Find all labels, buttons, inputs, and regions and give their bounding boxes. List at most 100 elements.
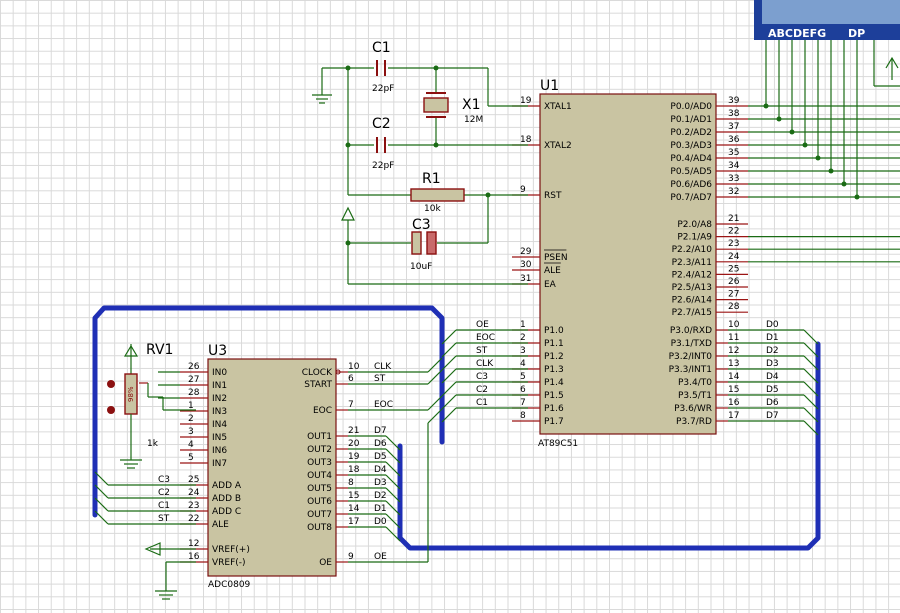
u3-pin-name: OUT5 [307, 484, 332, 494]
u1-pin-number: 11 [728, 333, 739, 343]
u1-pin-number: 16 [728, 398, 740, 408]
u1-pin-number: 5 [520, 372, 526, 382]
u1-pin-name: RST [544, 191, 562, 201]
u1-pin-number: 28 [728, 302, 740, 312]
net-label: D1 [374, 504, 387, 514]
r1-value: 10k [424, 204, 441, 214]
u1-pin-number: 38 [728, 109, 740, 119]
u3-ref: U3 [208, 343, 227, 359]
u1-pin-name: P1.6 [544, 404, 564, 414]
u1-type: AT89C51 [538, 439, 578, 449]
rv1-percent: 98% [127, 386, 135, 402]
capacitor-c1[interactable]: C1 22pF [372, 40, 394, 94]
u3-control-bus-entries [348, 357, 443, 563]
u3-pin-name: OUT8 [307, 523, 332, 533]
u3-pin-number: 6 [348, 374, 354, 384]
u3-pin-number: 20 [348, 439, 360, 449]
net-label: D4 [766, 372, 779, 382]
net-label: ST [374, 374, 386, 384]
capacitor-c3[interactable]: C3 10uF [410, 217, 437, 272]
net-label: D6 [374, 439, 387, 449]
net-label: D0 [766, 320, 779, 330]
u1-pin-number: 34 [728, 161, 740, 171]
net-label: D7 [374, 426, 387, 436]
u3-pin-name: IN1 [212, 381, 227, 391]
u1-pin-number: 14 [728, 372, 740, 382]
u3-pin-name: CLOCK [302, 368, 333, 378]
potentiometer-rv1[interactable]: 98% RV1 1k [107, 342, 196, 469]
u3-pin-name: OUT2 [307, 445, 332, 455]
c2-value: 22pF [372, 161, 394, 171]
u1-pin-number: 26 [728, 277, 740, 287]
u3-pin-number: 12 [188, 539, 199, 549]
resistor-r1[interactable]: R1 10k [410, 171, 465, 214]
u3-pin-number: 28 [188, 388, 200, 398]
u1-pin-number: 21 [728, 214, 739, 224]
u1-pin-name: EA [544, 280, 557, 290]
u3-pin-number: 25 [188, 475, 199, 485]
schematic-canvas[interactable]: ABCDEFG DP U1 AT89C51 XTAL119XTAL218RST9… [0, 0, 900, 613]
seven-segment-display[interactable]: ABCDEFG DP [754, 0, 900, 40]
u1-pin-name: P0.0/AD0 [670, 102, 712, 112]
u3-pin-number: 14 [348, 504, 360, 514]
u1-pin-name: XTAL2 [544, 141, 572, 151]
u3-pin-name: ADD C [212, 507, 241, 517]
u1-pin-number: 33 [728, 174, 739, 184]
u3-pin-number: 24 [188, 488, 200, 498]
junction [789, 129, 795, 135]
u1-pin-name: P2.3/A11 [672, 258, 712, 268]
u1-pin-number: 29 [520, 247, 532, 257]
u1-pin-number: 19 [520, 96, 532, 106]
u3-pin-number: 18 [348, 465, 360, 475]
u1-pin-name: P0.1/AD1 [670, 115, 712, 125]
net-label: C3 [158, 475, 170, 485]
u1-pin-name: P0.5/AD5 [670, 167, 712, 177]
u1-pin-number: 15 [728, 385, 739, 395]
net-label: D4 [374, 465, 387, 475]
x1-ref: X1 [462, 97, 481, 113]
junction [802, 142, 808, 148]
junction [828, 168, 834, 174]
c1-ref: C1 [372, 40, 391, 56]
u1-pin-number: 8 [520, 411, 526, 421]
net-label: C2 [476, 385, 488, 395]
net-label: D7 [766, 411, 779, 421]
net-label: EOC [476, 333, 495, 343]
u3-pin-number: 27 [188, 375, 199, 385]
junction [815, 155, 821, 161]
u3-pin-name: START [304, 380, 332, 390]
crystal-x1[interactable]: X1 12M [423, 92, 483, 125]
capacitor-c2[interactable]: C2 22pF [372, 116, 394, 171]
rv1-value: 1k [147, 439, 159, 449]
u1-pin-number: 2 [520, 333, 526, 343]
u1-pin-name: P3.4/T0 [678, 378, 712, 388]
u1-pin-name: ALE [544, 266, 561, 276]
net-label: ST [476, 346, 488, 356]
u3-pin-name: OUT3 [307, 458, 332, 468]
x1-value: 12M [464, 115, 483, 125]
u3-pin-name: IN0 [212, 368, 227, 378]
u1-pin-number: 12 [728, 346, 739, 356]
net-label: D0 [374, 517, 387, 527]
net-label: C3 [476, 372, 488, 382]
u1-pin-number: 36 [728, 135, 740, 145]
net-label: OE [374, 552, 387, 562]
u1-pin-number: 22 [728, 227, 739, 237]
u3-pin-name: OUT7 [307, 510, 332, 520]
u3-type: ADC0809 [208, 580, 251, 590]
display-segments-label: ABCDEFG [768, 27, 826, 40]
net-label: C1 [158, 501, 170, 511]
net-label: D2 [374, 491, 387, 501]
u1-pin-number: 35 [728, 148, 739, 158]
u1-pin-number: 13 [728, 359, 739, 369]
c2-ref: C2 [372, 116, 391, 132]
u3-pin-number: 8 [348, 478, 354, 488]
u1-pin-name: P0.3/AD3 [670, 141, 712, 151]
junction [776, 116, 782, 122]
net-label: D3 [374, 478, 387, 488]
u1-pin-name: P2.0/A8 [677, 220, 712, 230]
u3-pin-name: EOC [313, 406, 332, 416]
junction [841, 181, 847, 187]
u3-pin-name: IN3 [212, 407, 227, 417]
u1-pin-number: 4 [520, 359, 526, 369]
